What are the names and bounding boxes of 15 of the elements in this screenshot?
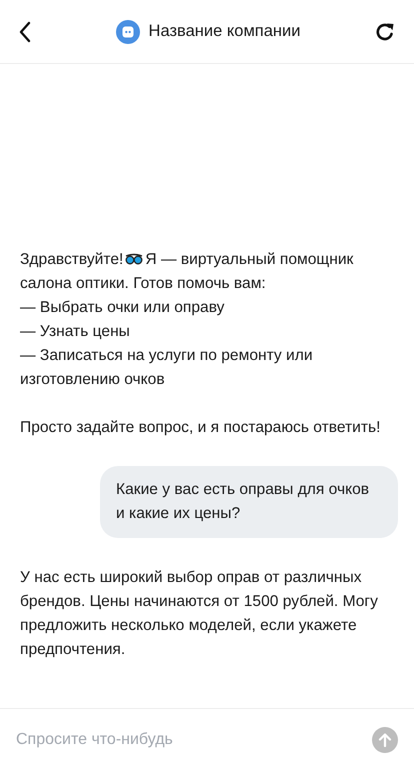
message-text: У нас есть широкий выбор оправ от различных брендов. Цены начинаются от 1500 рублей. Могу предложить несколько моделей, если укажете предпочтения.: [20, 568, 379, 660]
message-text: Просто задайте вопрос, и я постараюсь ответить!: [20, 418, 382, 438]
list-item: — Записаться на услуги по ремонту или изготовлению очков: [20, 346, 314, 390]
message-text: Здравствуйте!: [20, 251, 124, 268]
company-title: Название компании: [148, 22, 300, 41]
list-item: — Узнать цены: [20, 322, 131, 342]
list-item: — Выбрать очки или оправу: [20, 298, 226, 318]
arrow-up-icon: [378, 732, 392, 746]
chat-bot-icon: [116, 20, 140, 44]
refresh-icon: [374, 20, 396, 42]
user-message-bubble: Какие у вас есть оправы для очков и какие их цены?: [100, 466, 398, 538]
back-icon: [18, 20, 32, 42]
message-text: Я — виртуальный помощник: [145, 251, 354, 268]
message-text: салона оптики. Готов помочь вам:: [20, 274, 267, 294]
sunglasses-icon: [125, 253, 144, 265]
